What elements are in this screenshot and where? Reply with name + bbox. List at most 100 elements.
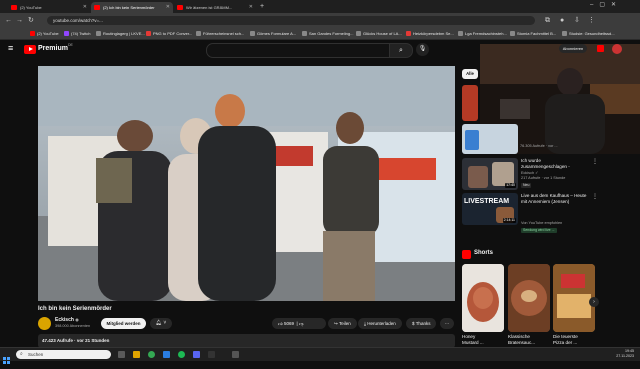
channel-name[interactable]: Eckisch ◉ [55,317,79,323]
brand-region: DE [68,43,73,47]
download-button[interactable]: ⤓ Herunterladen [358,318,402,329]
downloads-icon[interactable]: ⇩ [574,16,580,25]
edge-icon[interactable] [163,351,170,358]
subscriber-count: 398.000 Abonnenten [55,324,91,328]
thumb-figure [465,130,479,150]
share-button[interactable]: ↪ Teilen [328,318,357,329]
bookmark-icon [356,31,361,36]
window-controls[interactable]: –▢✕ [590,1,622,8]
video-duration: 2:14:11 [502,218,516,223]
sidebar-item-2-meta: 217 Aufrufe · vor 1 Stunde [521,176,566,180]
search-icon: ⌕ [20,351,23,357]
bookmark-item[interactable]: PNG to PDF Conver... [146,30,192,37]
voice-search-button[interactable]: 🎙 [416,43,429,56]
bookmark-label: Heizkörpersdebm Se... [413,31,454,36]
subscribe-bell-button[interactable]: 🔔︎ ˅ [150,318,172,329]
close-tab-icon[interactable]: ✕ [166,2,170,13]
short-2-title-line2[interactable]: Bratensauc... [508,340,535,346]
spotify-icon[interactable] [178,351,185,358]
bookmark-item[interactable]: Stomia Fachmittel B... [510,30,556,37]
sidebar-thumbnail-2a[interactable] [462,124,518,154]
app-icon[interactable] [208,351,215,358]
clock-date: 27.11.2023 [616,354,634,358]
address-bar-row: ← → ↻ youtube.com/watch?v=... ⧉ ● ⇩ ⋮ [0,13,640,28]
taskbar-clock[interactable]: 19:45 27.11.2023 [604,349,634,359]
thanks-button[interactable]: $ Thanks [406,318,437,329]
notification-icon[interactable] [597,45,604,52]
like-dislike-group[interactable]: 👍︎ 5069 | 👎︎ [272,318,326,329]
windows-taskbar: ⌕ Suchen 19:45 27.11.2023 [0,347,640,364]
task-view-icon[interactable] [118,351,125,358]
bookmark-item[interactable]: Glücks House of LA... [356,30,402,37]
bookmark-item[interactable]: (74) Twitch [64,30,91,37]
forward-icon[interactable]: → [16,16,23,25]
sidebar-item-1-meta: 76.305 Aufrufe · vor ... [520,144,558,148]
new-tab-button[interactable]: + [260,2,264,11]
windows-start-icon[interactable] [3,351,10,364]
brand-label: Premium [38,45,68,52]
join-membership-button[interactable]: Mitglied werden [101,318,146,329]
bookmark-item[interactable]: (2) YouTube [30,30,59,37]
close-tab-icon[interactable]: ✕ [249,2,253,13]
bookmark-icon [406,31,411,36]
bookmark-item[interactable]: Lga Fremdsachinsteh... [458,30,507,37]
file-explorer-icon[interactable] [133,351,140,358]
bookmark-item[interactable]: Führerscheinsnel sch... [196,30,244,37]
bookmarks-bar: (2) YouTube (74) Twitch Routinglagerg | … [0,28,640,40]
chrome-icon[interactable] [148,351,155,358]
sidebar-thumbnail-2[interactable]: 17:40 [462,158,518,190]
short-1-title-line2[interactable]: Mustard ... [462,340,484,346]
microphone-icon: 🎙 [418,46,427,52]
chip-all[interactable]: Alle [462,69,478,79]
share-label: Teilen [338,321,351,326]
back-icon[interactable]: ← [5,16,12,25]
video-player[interactable] [38,66,455,301]
bookmark-item[interactable]: Heizkörpersdebm Se... [406,30,454,37]
pip-subscribe-button[interactable]: Abonnieren [559,44,587,53]
browser-tab-third[interactable]: Wir ätzenen ist GRÄMM... ✕ [174,2,256,13]
extensions-icon[interactable]: ⧉ [545,16,550,25]
sidebar-thumbnail-3[interactable]: LIVESTREAM 2:14:11 [462,193,518,225]
search-input[interactable] [206,43,390,58]
sidebar-item-menu-icon[interactable]: ⋮ [592,193,598,200]
search-button[interactable]: ⌕ [389,43,413,58]
youtube-favicon-icon [94,5,100,10]
short-card-3[interactable] [553,264,595,332]
url-input[interactable]: youtube.com/watch?v=... [47,16,535,25]
sidebar-thumbnail-1[interactable] [462,85,478,121]
sidebar-item-menu-icon[interactable]: ⋮ [592,158,598,165]
sidebar-item-3-channel[interactable]: Von YouTube empfohlen [521,221,562,226]
download-label: Herunterladen [367,321,396,326]
bookmark-item[interactable]: Routinglagerg | LKVE... [96,30,145,37]
download-icon: ⤓ [364,321,366,326]
browser-tab-video[interactable]: (2) Ich bin kein Serienmörder ✕ [91,2,173,13]
discord-icon[interactable] [193,351,200,358]
short-3-title-line2[interactable]: Pizza der ... [553,340,577,346]
short-card-2[interactable] [508,264,550,332]
profile-icon[interactable]: ● [560,16,564,25]
reload-icon[interactable]: ↻ [28,16,34,25]
shorts-next-button[interactable]: › [589,297,599,307]
close-tab-icon[interactable]: ✕ [83,2,87,13]
description-box[interactable]: 47.423 Aufrufe · vor 21 Stunden [38,334,455,348]
menu-dots-icon[interactable]: ⋮ [588,16,595,25]
bookmark-item[interactable]: Gömes Formulare A... [250,30,296,37]
thanks-label: Thanks [415,321,431,326]
sidebar-item-2-title-line2[interactable]: zusammengeschlagen - [521,164,570,170]
more-actions-button[interactable]: ⋯ [440,318,454,329]
bookmark-item[interactable]: Studsie: Gesundheitssd... [562,30,615,37]
hamburger-menu-icon[interactable]: ≡ [8,43,13,53]
browser-tab-youtube[interactable]: (2) YouTube ✕ [8,2,90,13]
search-icon: ⌕ [399,47,403,54]
channel-avatar[interactable] [38,317,51,330]
short-card-1[interactable] [462,264,504,332]
app-icon[interactable] [232,351,239,358]
bookmark-icon [250,31,255,36]
account-avatar[interactable] [612,44,622,54]
youtube-logo-icon[interactable] [24,45,36,54]
taskbar-search-input[interactable]: ⌕ Suchen [16,350,111,359]
sidebar-item-3-title-line2[interactable]: mit Annemiem (Jensen) [521,199,569,205]
bookmark-item[interactable]: San Gandes Formeling... [302,30,353,37]
taskbar-search-placeholder: Suchen [28,352,44,357]
more-dots-icon: ⋯ [444,321,450,326]
